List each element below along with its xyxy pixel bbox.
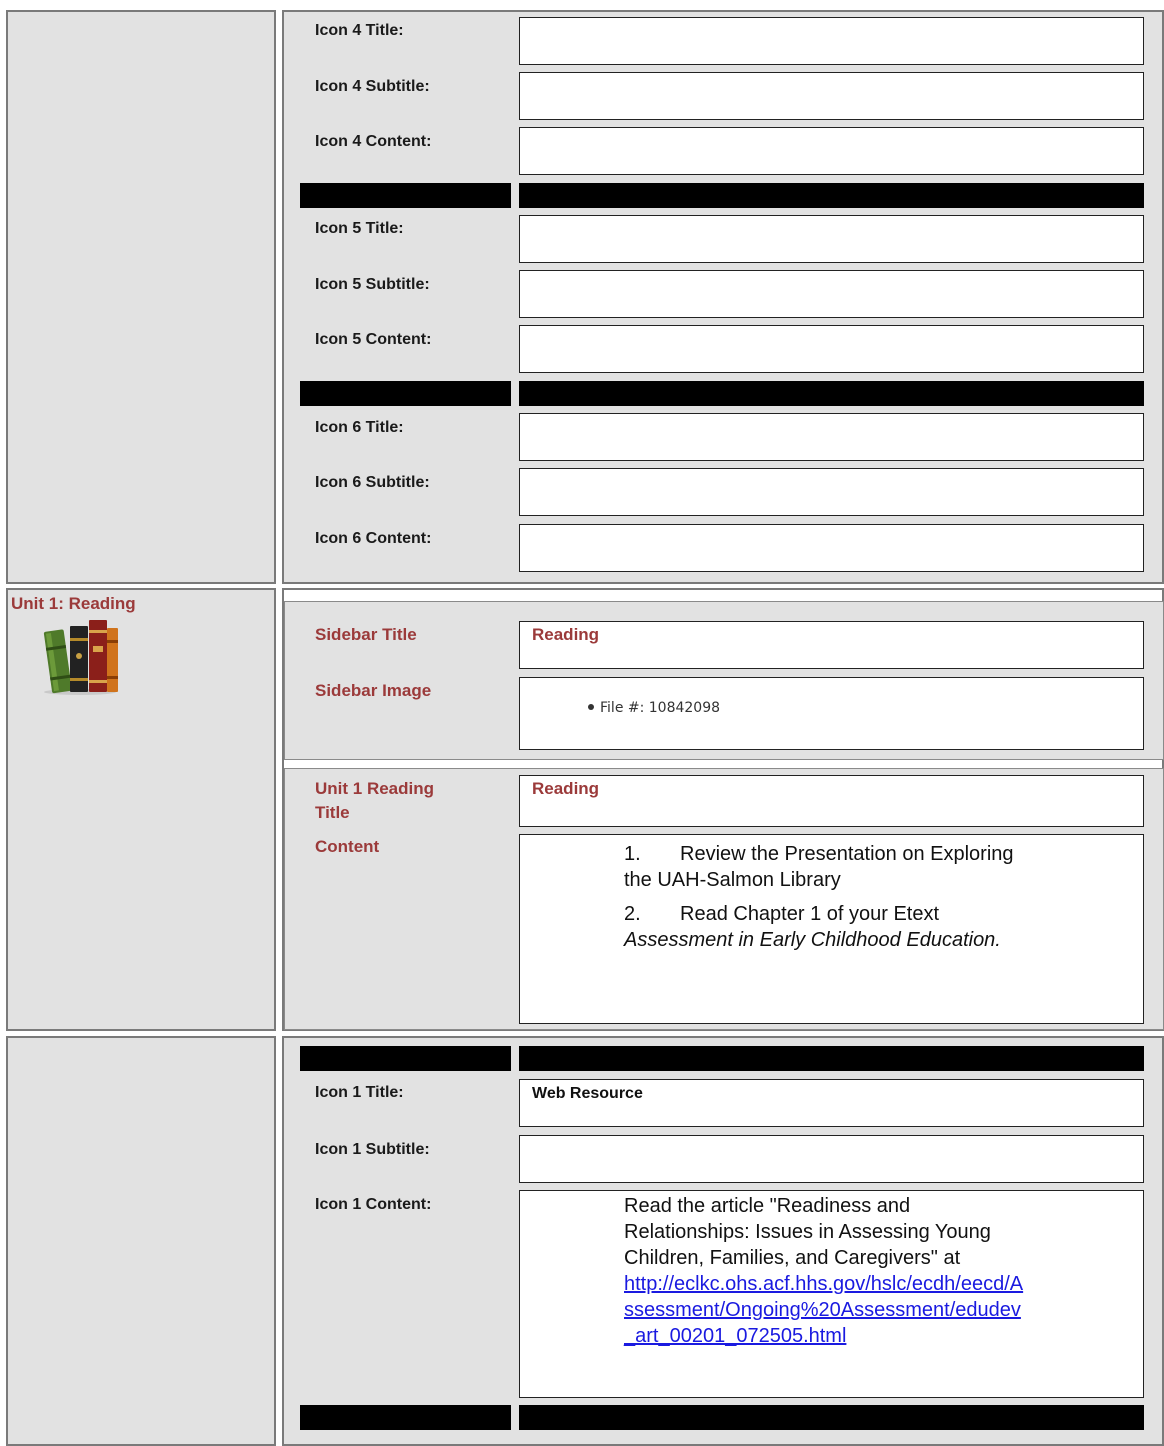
unit1-content-text: 1. Review the Presentation on Exploring th… <box>624 841 1124 953</box>
unit1-heading: Unit 1: Reading <box>11 594 136 613</box>
unit1-reading-title-label-line2: Title <box>315 803 350 822</box>
icon6-content-label: Icon 6 Content: <box>315 530 432 547</box>
unit1-content-label: Content <box>315 837 380 856</box>
separator-bar-right <box>519 1405 1144 1430</box>
article-link-line1: http://eclkc.ohs.acf.hhs.gov/hslc/ecdh/e… <box>624 1273 1024 1295</box>
icon1-content-line1: Read the article "Readiness and <box>624 1195 911 1217</box>
separator-bar-left <box>300 1046 511 1071</box>
icon6-title-label: Icon 6 Title: <box>315 419 404 436</box>
icon6-subtitle-field[interactable] <box>519 468 1144 516</box>
separator-bar-right <box>519 1046 1144 1071</box>
bullet-dot <box>588 704 594 710</box>
separator-bar-right <box>519 381 1144 406</box>
content-item-2: 2. Read Chapter 1 of your Etext Assessment… <box>624 901 1124 953</box>
left-panel-unit1: Unit 1: Reading <box>6 588 276 1031</box>
sidebar-image-field[interactable]: File #: 10842098 <box>519 677 1144 750</box>
unit1-reading-title-label: Unit 1 Reading Title <box>315 777 434 825</box>
icon5-title-label: Icon 5 Title: <box>315 220 404 237</box>
icon5-subtitle-field[interactable] <box>519 270 1144 318</box>
icon6-title-field[interactable] <box>519 413 1144 461</box>
content-item-2-italic: Assessment in Early Childhood Education. <box>624 929 1001 951</box>
left-panel-icon1 <box>6 1036 276 1446</box>
content-item-1-text-a: Review the Presentation on Exploring <box>680 843 1014 865</box>
article-link-line3: _art_00201_072505.html <box>624 1325 847 1347</box>
icon4-subtitle-field[interactable] <box>519 72 1144 120</box>
sidebar-image-label: Sidebar Image <box>315 681 432 700</box>
content-item-1-num: 1. <box>624 843 641 865</box>
icon4-title-field[interactable] <box>519 17 1144 65</box>
icon5-content-field[interactable] <box>519 325 1144 373</box>
sidebar-image-file: File #: 10842098 <box>588 700 720 716</box>
icon4-title-label: Icon 4 Title: <box>315 22 404 39</box>
icon1-subtitle-field[interactable] <box>519 1135 1144 1183</box>
icon1-content-field[interactable]: Read the article "Readiness and Relation… <box>519 1190 1144 1398</box>
icon1-title-field[interactable]: Web Resource <box>519 1079 1144 1127</box>
icon1-title-value: Web Resource <box>532 1085 643 1102</box>
unit1-reading-title-label-line1: Unit 1 Reading <box>315 779 435 798</box>
icon5-subtitle-label: Icon 5 Subtitle: <box>315 276 430 293</box>
icon1-content-text: Read the article "Readiness and Relation… <box>624 1193 1134 1349</box>
separator-bar-left <box>300 1405 511 1430</box>
content-item-1-text-b: the UAH-Salmon Library <box>624 869 841 891</box>
icon4-content-field[interactable] <box>519 127 1144 175</box>
unit1-reading-title-field[interactable]: Reading <box>519 775 1144 827</box>
article-link-line2: ssessment/Ongoing%20Assessment/edudev <box>624 1299 1021 1321</box>
sidebar-title-label: Sidebar Title <box>315 625 417 644</box>
icon1-subtitle-label: Icon 1 Subtitle: <box>315 1141 430 1158</box>
icon4-content-label: Icon 4 Content: <box>315 133 432 150</box>
sidebar-title-field[interactable]: Reading <box>519 621 1144 669</box>
sidebar-image-file-text: File #: 10842098 <box>600 700 721 716</box>
icon6-subtitle-label: Icon 6 Subtitle: <box>315 474 430 491</box>
icon4-subtitle-label: Icon 4 Subtitle: <box>315 78 430 95</box>
icon5-title-field[interactable] <box>519 215 1144 263</box>
icon1-content-line3: Children, Families, and Caregivers" at <box>624 1247 961 1269</box>
unit1-reading-title-value: Reading <box>532 779 600 798</box>
separator-bar-right <box>519 183 1144 208</box>
content-item-1: 1. Review the Presentation on Exploring th… <box>624 841 1124 893</box>
books-icon <box>43 620 118 695</box>
separator-bar-left <box>300 381 511 406</box>
article-link[interactable]: http://eclkc.ohs.acf.hhs.gov/hslc/ecdh/e… <box>624 1271 1134 1349</box>
content-item-2-text: Read Chapter 1 of your Etext <box>680 903 940 925</box>
sidebar-title-value: Reading <box>532 625 600 644</box>
icon1-content-label: Icon 1 Content: <box>315 1196 432 1213</box>
unit1-content-field[interactable]: 1. Review the Presentation on Exploring th… <box>519 834 1144 1024</box>
left-panel-icons-4-6 <box>6 10 276 584</box>
icon1-content-line2: Relationships: Issues in Assessing Young <box>624 1221 991 1243</box>
content-item-2-num: 2. <box>624 903 641 925</box>
icon1-title-label: Icon 1 Title: <box>315 1084 404 1101</box>
icon6-content-field[interactable] <box>519 524 1144 572</box>
icon5-content-label: Icon 5 Content: <box>315 331 432 348</box>
separator-bar-left <box>300 183 511 208</box>
